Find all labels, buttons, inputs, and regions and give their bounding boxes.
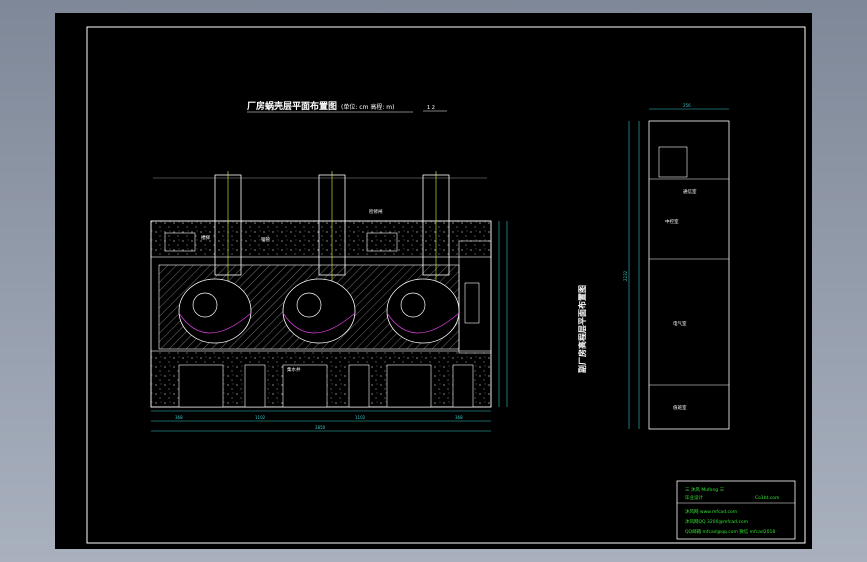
auxiliary-powerhouse-plan[interactable]: 副厂房高程层平面布置图 中控室 通信室 电气室 值班室 256 2232	[577, 103, 730, 430]
draft-tube-6	[452, 364, 474, 408]
title-block-row4: 沐风网 www.mfcad.com	[685, 508, 737, 515]
bottom-dimensions: 2850 368 1102 1102 368	[151, 410, 491, 432]
right-dimensions	[498, 221, 508, 407]
cad-drawing-canvas[interactable]: 厂房蜗壳层平面布置图 (单位: cm 高程: m) 1 2 钢管 检修闸 楼梯 …	[55, 13, 812, 549]
label-penstock: 钢管	[261, 236, 270, 243]
right-gallery	[458, 240, 492, 354]
title-block-row3: Co1bt.com	[755, 495, 779, 501]
dim-bay-left: 368	[175, 415, 183, 420]
draft-tube-1	[178, 364, 224, 408]
label-stair: 楼梯	[201, 234, 210, 241]
room-label-a: 中控室	[665, 218, 679, 225]
cad-model-space[interactable]: 厂房蜗壳层平面布置图 (单位: cm 高程: m) 1 2 钢管 检修闸 楼梯 …	[55, 13, 812, 549]
title-block-row1: 三 沐风 Mufeng 三	[685, 486, 725, 493]
main-title: 厂房蜗壳层平面布置图	[247, 100, 337, 112]
dim-bay-2: 1102	[355, 415, 366, 420]
main-title-units: (单位: cm 高程: m)	[341, 103, 394, 111]
room-label-d: 值班室	[673, 404, 687, 411]
draft-tube-5	[348, 364, 370, 408]
title-block-row6: QQ邮箱 mfcad@qq.com 微信 mfcad2018	[685, 528, 775, 535]
scale-bar: 1 2	[427, 105, 435, 111]
right-shaft	[464, 282, 480, 324]
side-title: 副厂房高程层平面布置图	[577, 285, 587, 373]
spiral-case-3[interactable]	[386, 278, 460, 344]
dim-total: 2850	[315, 425, 326, 430]
stair-core	[658, 146, 688, 178]
room-label-c: 电气室	[673, 320, 687, 327]
room-label-b: 通信室	[683, 188, 697, 195]
side-dim-total: 2232	[623, 270, 628, 281]
title-block[interactable]: 三 沐风 Mufeng 三 毕业设计 Co1bt.com 沐风网 www.mfc…	[676, 480, 796, 540]
label-gate: 检修闸	[369, 208, 383, 215]
spiral-case-2[interactable]	[282, 278, 356, 344]
draft-tube-3	[386, 364, 432, 408]
side-outline	[648, 120, 730, 430]
plan-view[interactable]: 厂房蜗壳层平面布置图 (单位: cm 高程: m) 1 2 钢管 检修闸 楼梯 …	[150, 100, 508, 432]
title-block-row5: 沐风网QQ 3200@mfcad.com	[685, 518, 748, 525]
title-block-row2: 毕业设计	[685, 494, 703, 501]
label-sump: 集水井	[287, 366, 301, 373]
side-dim-top-text: 256	[683, 103, 691, 108]
dim-bay-right: 368	[455, 415, 463, 420]
draft-tube-4	[244, 364, 266, 408]
spiral-case-1[interactable]	[178, 278, 252, 344]
dim-bay-1: 1102	[255, 415, 266, 420]
